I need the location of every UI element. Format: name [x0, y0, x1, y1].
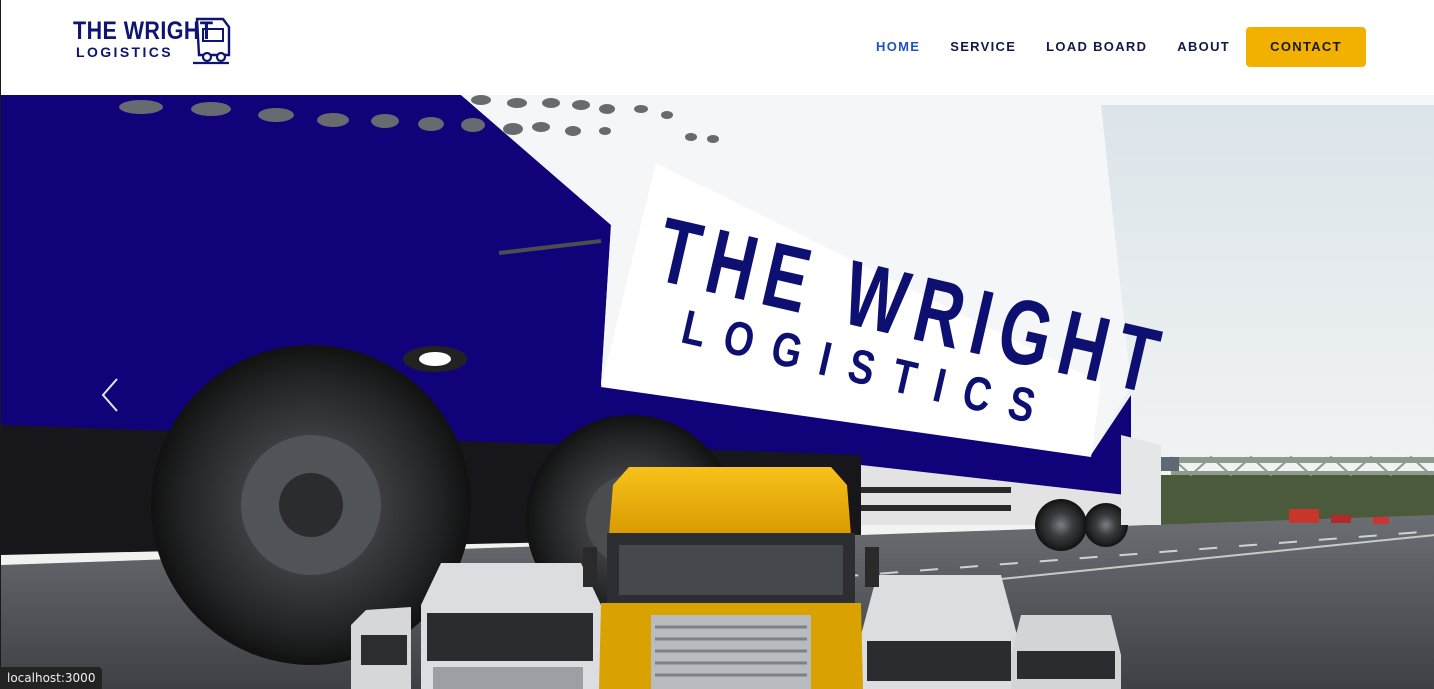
truck-icon — [193, 17, 231, 65]
hero-carousel: THE WRIGHT LOGISTICS — [0, 95, 1434, 689]
site-header: THE WRIGHT LOGISTICS HOME SERVICE LOAD B… — [0, 0, 1434, 95]
chevron-left-icon[interactable] — [97, 375, 125, 415]
status-url: localhost:3000 — [0, 667, 103, 689]
main-nav: HOME SERVICE LOAD BOARD ABOUT CONTACT — [876, 27, 1366, 67]
nav-link-home[interactable]: HOME — [876, 27, 920, 67]
hero-image — [1, 95, 1434, 689]
contact-button[interactable]: CONTACT — [1246, 27, 1366, 67]
brand-logo[interactable]: THE WRIGHT LOGISTICS — [73, 15, 235, 69]
nav-link-about[interactable]: ABOUT — [1177, 27, 1230, 67]
nav-link-load-board[interactable]: LOAD BOARD — [1046, 27, 1147, 67]
brand-logo-line2: LOGISTICS — [76, 44, 174, 60]
nav-link-service[interactable]: SERVICE — [950, 27, 1016, 67]
